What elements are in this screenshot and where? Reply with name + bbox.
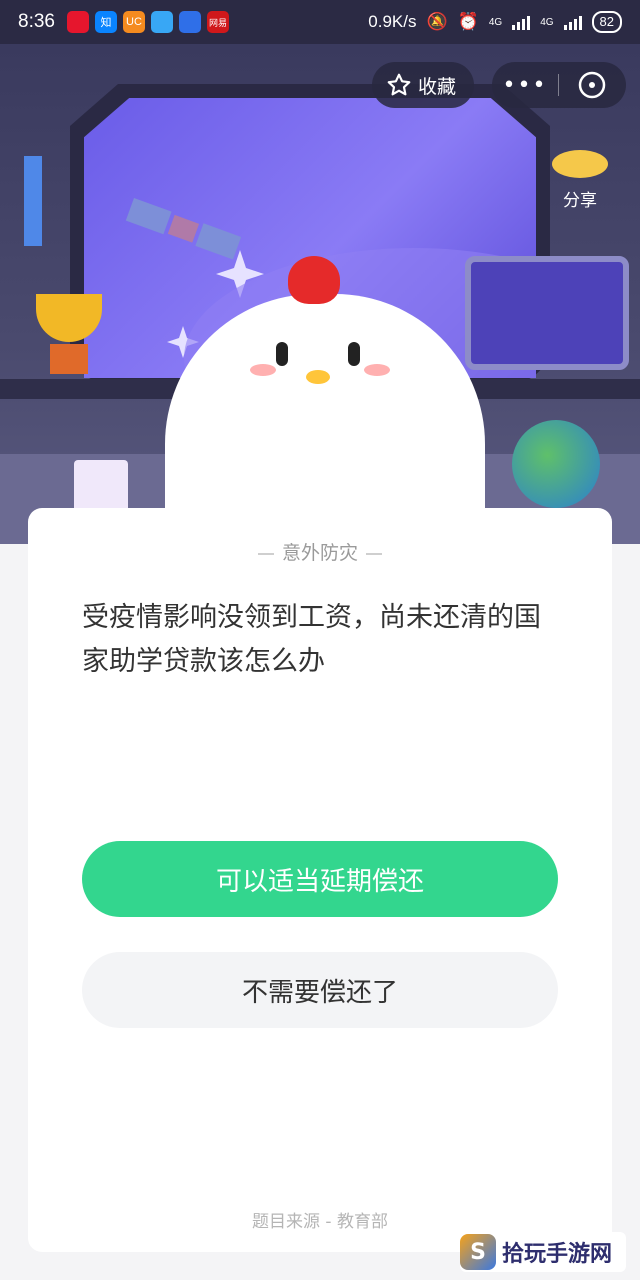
signal-icon-2: [563, 14, 582, 30]
battery-indicator: 82: [591, 11, 622, 33]
weibo-icon: [66, 11, 89, 33]
more-button[interactable]: •••: [492, 73, 558, 98]
category-label: 意外防灾: [281, 542, 358, 564]
site-watermark: S 拾玩手游网: [460, 1232, 627, 1272]
answer-option-2[interactable]: 不需要偿还了: [82, 952, 558, 1028]
network-speed: 0.9K/s: [368, 12, 417, 31]
mascot-eye-left: [276, 342, 288, 366]
share-button[interactable]: 分享: [548, 150, 612, 211]
watermark-logo-icon: S: [460, 1234, 496, 1270]
medal-icon: [24, 156, 42, 246]
star-icon: [387, 73, 411, 96]
ufo-icon: [552, 150, 608, 178]
mascot-eye-right: [348, 342, 360, 366]
question-text: 受疫情影响没领到工资，尚未还清的国家助学贷款该怎么办: [82, 602, 541, 677]
divider-left: [257, 552, 274, 555]
miniapp-capsule: •••: [492, 62, 626, 108]
hero-illustration: [0, 44, 640, 544]
network-type-1: 4G: [488, 16, 503, 28]
netease-icon: 网易: [206, 11, 229, 33]
signal-icon: [512, 14, 531, 30]
watermark-text: 拾玩手游网: [502, 1242, 613, 1267]
question-card: 意外防灾 受疫情影响没领到工资，尚未还清的国家助学贷款该怎么办 可以适当延期偿还…: [28, 508, 612, 1252]
uc-icon: UC: [122, 11, 145, 33]
mute-icon: 🔕: [426, 12, 448, 31]
category-header: 意外防灾: [28, 538, 612, 565]
monitor-icon: [465, 256, 629, 370]
favorite-label: 收藏: [418, 75, 457, 98]
close-circle-icon: [578, 71, 606, 99]
browser-icon: [150, 11, 173, 33]
status-time: 8:36: [18, 11, 55, 32]
answer-option-label: 可以适当延期偿还: [215, 866, 424, 897]
network-type-2: 4G: [540, 16, 554, 28]
status-bar: 8:36 知 UC 网易 0.9K/s 🔕 ⏰ 4G 4G 82: [0, 0, 640, 44]
divider-right: [366, 552, 382, 555]
question-source: 题目来源 - 教育部: [252, 1212, 388, 1232]
answer-option-1[interactable]: 可以适当延期偿还: [82, 841, 558, 917]
mascot-cheek-left: [250, 364, 276, 376]
close-button[interactable]: [559, 70, 625, 100]
globe-icon: [512, 420, 600, 508]
mascot-cheek-right: [364, 364, 390, 376]
share-label: 分享: [563, 191, 597, 211]
baidu-icon: [178, 11, 201, 33]
mascot-beak: [306, 370, 330, 384]
favorite-button[interactable]: 收藏: [372, 62, 475, 108]
trophy-icon: [36, 294, 102, 374]
alarm-icon: ⏰: [457, 12, 479, 31]
mascot-comb: [288, 256, 340, 304]
answer-option-label: 不需要偿还了: [241, 977, 398, 1008]
notification-icons: 知 UC 网易: [66, 11, 229, 33]
zhihu-icon: 知: [94, 11, 117, 33]
